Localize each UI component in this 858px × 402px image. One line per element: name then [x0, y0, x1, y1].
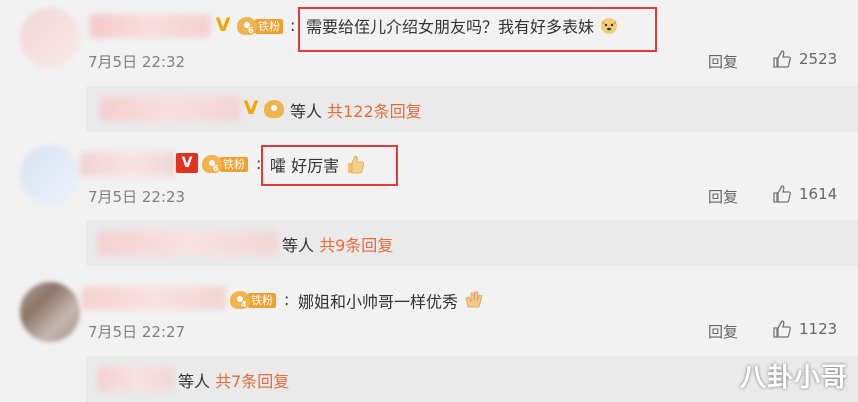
avatar[interactable] [20, 145, 80, 205]
sub-reply-users [98, 231, 278, 255]
like-count: 2523 [799, 50, 838, 68]
comment-item: V 6 铁粉 : 需要给侄儿介绍女朋友吗？我有好多表妹 7月5日 22:32 回… [0, 0, 858, 140]
fan-badge[interactable]: 6 铁粉 [237, 17, 283, 35]
timestamp: 7月5日 22:23 [88, 188, 186, 206]
like-button[interactable]: 1123 [772, 319, 837, 339]
sub-reply-summary: 等人 共7条回复 [178, 372, 290, 391]
avatar[interactable] [20, 282, 80, 342]
timestamp: 7月5日 22:32 [88, 53, 186, 71]
comment-text: 娜姐和小帅哥一样优秀 [298, 289, 485, 317]
crown-icon [230, 291, 250, 309]
crown-icon [202, 155, 222, 173]
reply-count-link[interactable]: 共122条回复 [327, 102, 422, 121]
highlight-box [298, 7, 657, 52]
avatar[interactable] [20, 8, 80, 68]
like-count: 1123 [799, 320, 838, 338]
clap-emoji-icon [463, 289, 485, 317]
thumbs-up-icon [773, 185, 791, 203]
reply-button[interactable]: 回复 [708, 186, 738, 207]
reply-button[interactable]: 回复 [708, 51, 738, 72]
colon: : [284, 290, 290, 309]
crown-icon [264, 100, 284, 118]
watermark: 八卦小哥 [739, 363, 848, 393]
sub-replies-box[interactable]: V 等人 共122条回复 [86, 86, 858, 132]
username[interactable] [90, 14, 210, 38]
timestamp: 7月5日 22:27 [88, 323, 186, 341]
comment-item: V 6 铁粉 : 嚯 好厉害 7月5日 22:23 回复 1614 等人 共9条… [0, 140, 858, 270]
verified-v-icon: V [215, 14, 231, 36]
fan-badge-label: 铁粉 [220, 156, 248, 172]
fan-badge[interactable]: 6 铁粉 [202, 155, 248, 173]
reply-button[interactable]: 回复 [708, 321, 738, 342]
fan-badge-label: 铁粉 [255, 18, 283, 34]
username[interactable] [80, 152, 176, 176]
like-count: 1614 [799, 185, 838, 203]
username[interactable] [82, 286, 226, 310]
sub-reply-users [100, 97, 240, 121]
fan-badge-label: 铁粉 [248, 292, 276, 308]
sub-reply-summary: 等人 共122条回复 [290, 102, 422, 121]
like-button[interactable]: 1614 [772, 184, 837, 204]
sub-replies-box[interactable]: 等人 共9条回复 [86, 220, 858, 266]
reply-count-link[interactable]: 共7条回复 [215, 372, 289, 391]
reply-count-link[interactable]: 共9条回复 [319, 236, 393, 255]
highlight-box [261, 145, 398, 186]
fan-badge[interactable]: 4 铁粉 [230, 291, 276, 309]
fan-badge [264, 100, 284, 118]
verified-v-icon: V [176, 153, 198, 173]
crown-icon [237, 17, 257, 35]
like-button[interactable]: 2523 [772, 49, 837, 69]
thumbs-up-icon [773, 50, 791, 68]
verified-v-icon: V [243, 97, 259, 119]
sub-reply-summary: 等人 共9条回复 [282, 236, 394, 255]
colon: : [290, 16, 296, 35]
sub-reply-users [98, 367, 174, 391]
thumbs-up-icon [773, 320, 791, 338]
comment-item: 4 铁粉 : 娜姐和小帅哥一样优秀 7月5日 22:27 回复 1123 等人 … [0, 270, 858, 402]
